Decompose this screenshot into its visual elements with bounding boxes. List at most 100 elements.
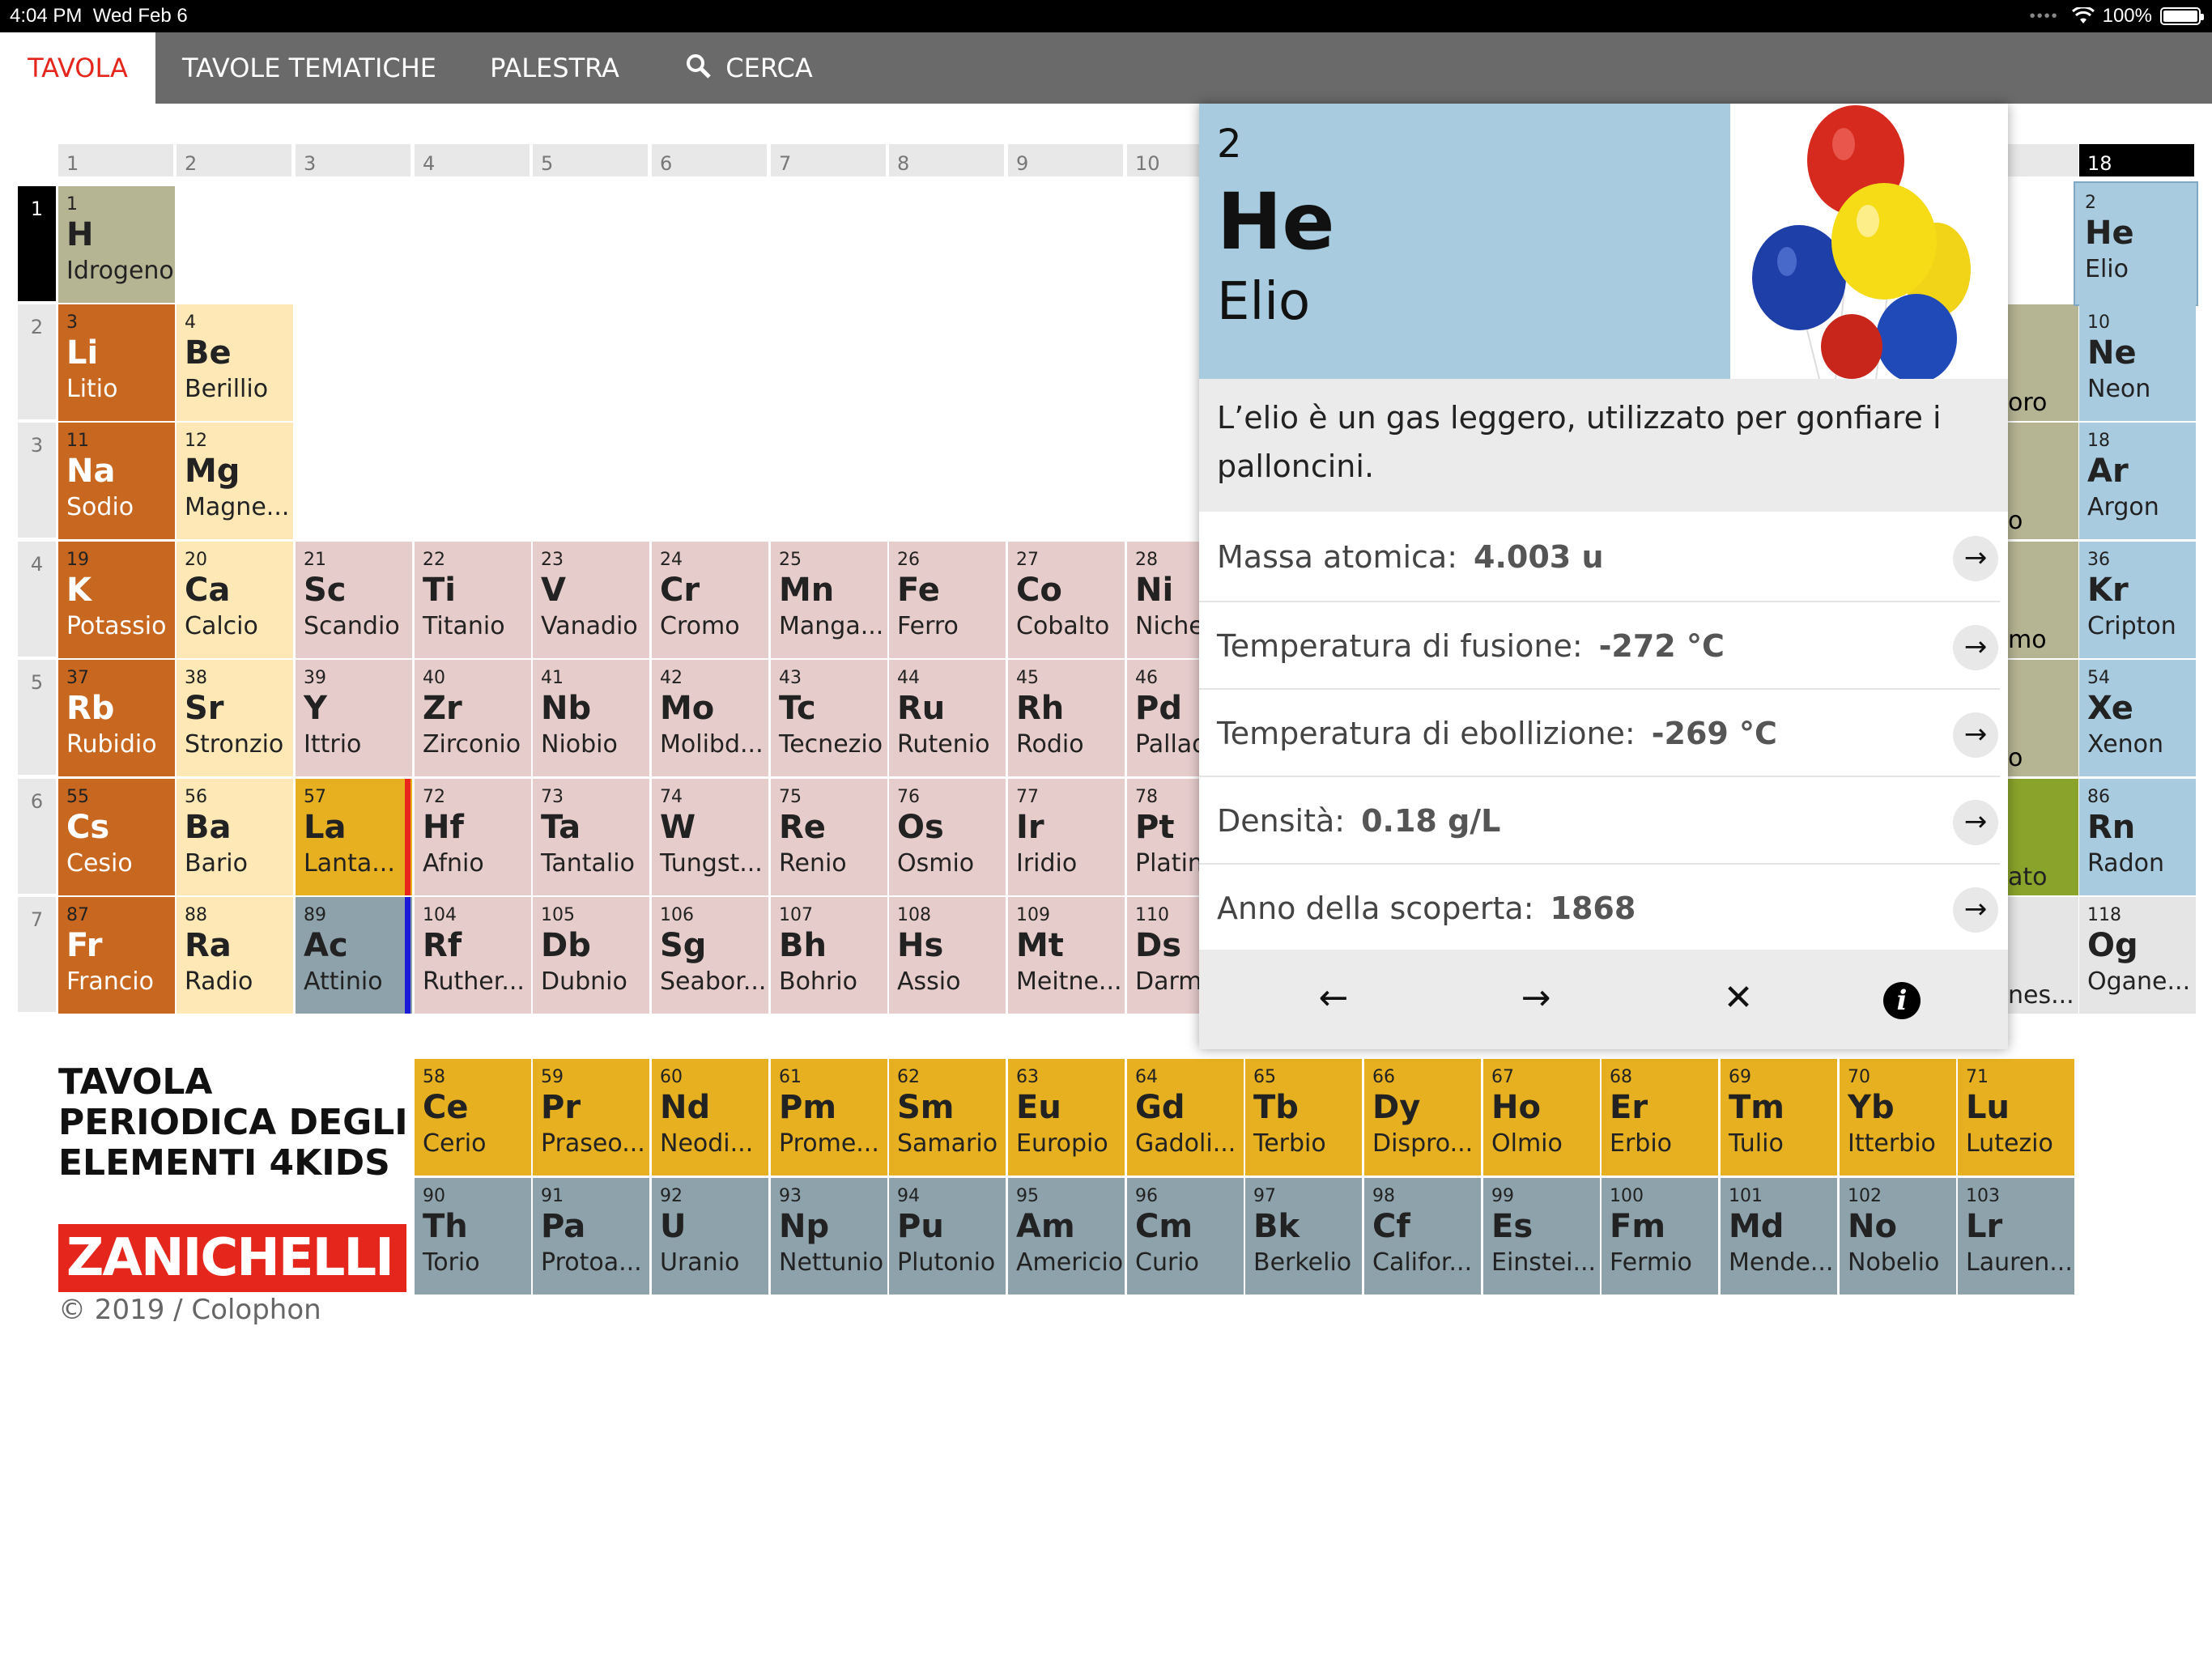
element-cell[interactable]: 60 Nd Neodi... — [652, 1059, 768, 1175]
element-cell[interactable]: 1 H Idrogeno — [58, 186, 175, 303]
element-cell[interactable]: 19 K Potassio — [58, 542, 175, 658]
next-button[interactable]: → — [1504, 966, 1568, 1031]
element-cell[interactable]: 96 Cm Curio — [1127, 1178, 1244, 1295]
element-cell[interactable]: 93 Np Nettunio — [771, 1178, 887, 1295]
element-cell[interactable]: 43 Tc Tecnezio — [771, 660, 887, 776]
element-cell[interactable]: 97 Bk Berkelio — [1245, 1178, 1362, 1295]
element-cell[interactable]: 68 Er Erbio — [1602, 1059, 1718, 1175]
element-cell[interactable]: 91 Pa Protoa... — [533, 1178, 649, 1295]
element-cell[interactable]: 27 Co Cobalto — [1008, 542, 1125, 658]
element-cell[interactable]: 74 W Tungst... — [652, 779, 768, 895]
element-cell[interactable]: 106 Sg Seabor... — [652, 897, 768, 1014]
element-cell[interactable]: 70 Yb Itterbio — [1840, 1059, 1956, 1175]
element-cell[interactable]: 65 Tb Terbio — [1245, 1059, 1362, 1175]
element-cell[interactable]: 63 Eu Europio — [1008, 1059, 1125, 1175]
arrow-right-icon[interactable]: → — [1953, 887, 1998, 933]
element-cell[interactable]: 77 Ir Iridio — [1008, 779, 1125, 895]
element-cell[interactable]: 89 Ac Attinio — [296, 897, 412, 1014]
element-cell-partial[interactable]: oro — [2008, 304, 2078, 421]
element-cell[interactable]: 23 V Vanadio — [533, 542, 649, 658]
property-row[interactable]: Densità: 0.18 g/L → — [1199, 777, 2000, 865]
element-cell[interactable]: 25 Mn Manga... — [771, 542, 887, 658]
element-cell[interactable]: 40 Zr Zirconio — [415, 660, 531, 776]
element-cell[interactable]: 24 Cr Cromo — [652, 542, 768, 658]
element-cell[interactable]: 36 Kr Cripton — [2079, 542, 2196, 658]
tab-tavole-tematiche[interactable]: TAVOLE TEMATICHE — [155, 32, 463, 104]
element-cell[interactable]: 21 Sc Scandio — [296, 542, 412, 658]
row-header[interactable]: 6 — [18, 779, 56, 894]
element-cell-partial[interactable]: ato — [2008, 779, 2078, 895]
element-cell[interactable]: 64 Gd Gadoli... — [1127, 1059, 1244, 1175]
element-cell[interactable]: 73 Ta Tantalio — [533, 779, 649, 895]
element-cell[interactable]: 22 Ti Titanio — [415, 542, 531, 658]
element-cell[interactable]: 109 Mt Meitne... — [1008, 897, 1125, 1014]
element-cell[interactable]: 108 Hs Assio — [889, 897, 1006, 1014]
element-cell[interactable]: 58 Ce Cerio — [415, 1059, 531, 1175]
element-cell[interactable]: 95 Am Americio — [1008, 1178, 1125, 1295]
element-cell[interactable]: 45 Rh Rodio — [1008, 660, 1125, 776]
element-cell-partial[interactable]: o — [2008, 660, 2078, 776]
property-row[interactable]: Temperatura di fusione: -272 °C → — [1199, 602, 2000, 690]
element-cell[interactable]: 26 Fe Ferro — [889, 542, 1006, 658]
element-cell[interactable]: 66 Dy Dispro... — [1364, 1059, 1481, 1175]
element-cell[interactable]: 4 Be Berillio — [177, 304, 293, 421]
tab-tavola[interactable]: TAVOLA — [0, 32, 155, 104]
element-cell[interactable]: 56 Ba Bario — [177, 779, 293, 895]
element-cell[interactable]: 20 Ca Calcio — [177, 542, 293, 658]
column-header[interactable]: 5 — [533, 144, 648, 176]
element-cell[interactable]: 78Pt Platino — [1127, 779, 1199, 895]
column-header[interactable]: 6 — [652, 144, 767, 176]
element-cell[interactable]: 98 Cf Califor... — [1364, 1178, 1481, 1295]
column-header[interactable]: 10 — [1127, 144, 1208, 176]
row-header[interactable]: 7 — [18, 897, 56, 1012]
info-icon[interactable]: i — [1883, 982, 1921, 1019]
arrow-right-icon[interactable]: → — [1953, 536, 1998, 581]
element-cell[interactable]: 71 Lu Lutezio — [1958, 1059, 2074, 1175]
element-cell[interactable]: 18 Ar Argon — [2079, 423, 2196, 539]
colophon-link[interactable]: © 2019 / Colophon — [58, 1294, 321, 1326]
element-cell[interactable]: 39 Y Ittrio — [296, 660, 412, 776]
element-cell[interactable]: 54 Xe Xenon — [2079, 660, 2196, 776]
property-row[interactable]: Massa atomica: 4.003 u → — [1199, 513, 2000, 601]
row-header[interactable]: 4 — [18, 542, 56, 657]
element-cell[interactable]: 3 Li Litio — [58, 304, 175, 421]
column-header[interactable]: 4 — [415, 144, 530, 176]
previous-button[interactable]: ← — [1301, 966, 1366, 1031]
element-cell[interactable]: 46Pd Palladio — [1127, 660, 1199, 776]
element-cell-partial[interactable]: nes... — [2008, 897, 2078, 1014]
property-row[interactable]: Temperatura di ebollizione: -269 °C → — [1199, 690, 2000, 777]
element-cell[interactable]: 38 Sr Stronzio — [177, 660, 293, 776]
element-cell[interactable]: 92 U Uranio — [652, 1178, 768, 1295]
tab-cerca[interactable]: CERCA — [672, 32, 826, 104]
element-cell[interactable]: 61 Pm Prome... — [771, 1059, 887, 1175]
element-cell[interactable]: 86 Rn Radon — [2079, 779, 2196, 895]
element-cell-partial[interactable]: mo — [2008, 542, 2078, 658]
element-cell[interactable]: 59 Pr Praseo... — [533, 1059, 649, 1175]
element-cell[interactable]: 76 Os Osmio — [889, 779, 1006, 895]
element-cell[interactable]: 72 Hf Afnio — [415, 779, 531, 895]
element-cell[interactable]: 75 Re Renio — [771, 779, 887, 895]
row-header[interactable]: 2 — [18, 304, 56, 419]
tab-palestra[interactable]: PALESTRA — [463, 32, 646, 104]
row-header-selected[interactable]: 1 — [18, 186, 56, 301]
element-cell[interactable]: 102 No Nobelio — [1840, 1178, 1956, 1295]
element-cell[interactable]: 67 Ho Olmio — [1483, 1059, 1600, 1175]
column-header[interactable]: 3 — [296, 144, 410, 176]
element-cell[interactable]: 44 Ru Rutenio — [889, 660, 1006, 776]
close-button[interactable]: ✕ — [1706, 966, 1771, 1031]
arrow-right-icon[interactable]: → — [1953, 625, 1998, 670]
element-cell[interactable]: 55 Cs Cesio — [58, 779, 175, 895]
element-cell[interactable]: 100 Fm Fermio — [1602, 1178, 1718, 1295]
column-header[interactable]: 2 — [177, 144, 291, 176]
element-cell[interactable]: 90 Th Torio — [415, 1178, 531, 1295]
element-cell[interactable]: 103 Lr Lauren... — [1958, 1178, 2074, 1295]
element-cell[interactable]: 57 La Lanta... — [296, 779, 412, 895]
element-cell-partial[interactable]: o — [2008, 423, 2078, 539]
property-row[interactable]: Anno della scoperta: 1868 → — [1199, 865, 2000, 952]
column-header-selected[interactable]: 18 — [2079, 144, 2194, 176]
element-cell[interactable]: 11 Na Sodio — [58, 423, 175, 539]
element-cell[interactable]: 94 Pu Plutonio — [889, 1178, 1006, 1295]
element-cell[interactable]: 37 Rb Rubidio — [58, 660, 175, 776]
column-header[interactable]: 7 — [771, 144, 886, 176]
row-header[interactable]: 5 — [18, 660, 56, 775]
